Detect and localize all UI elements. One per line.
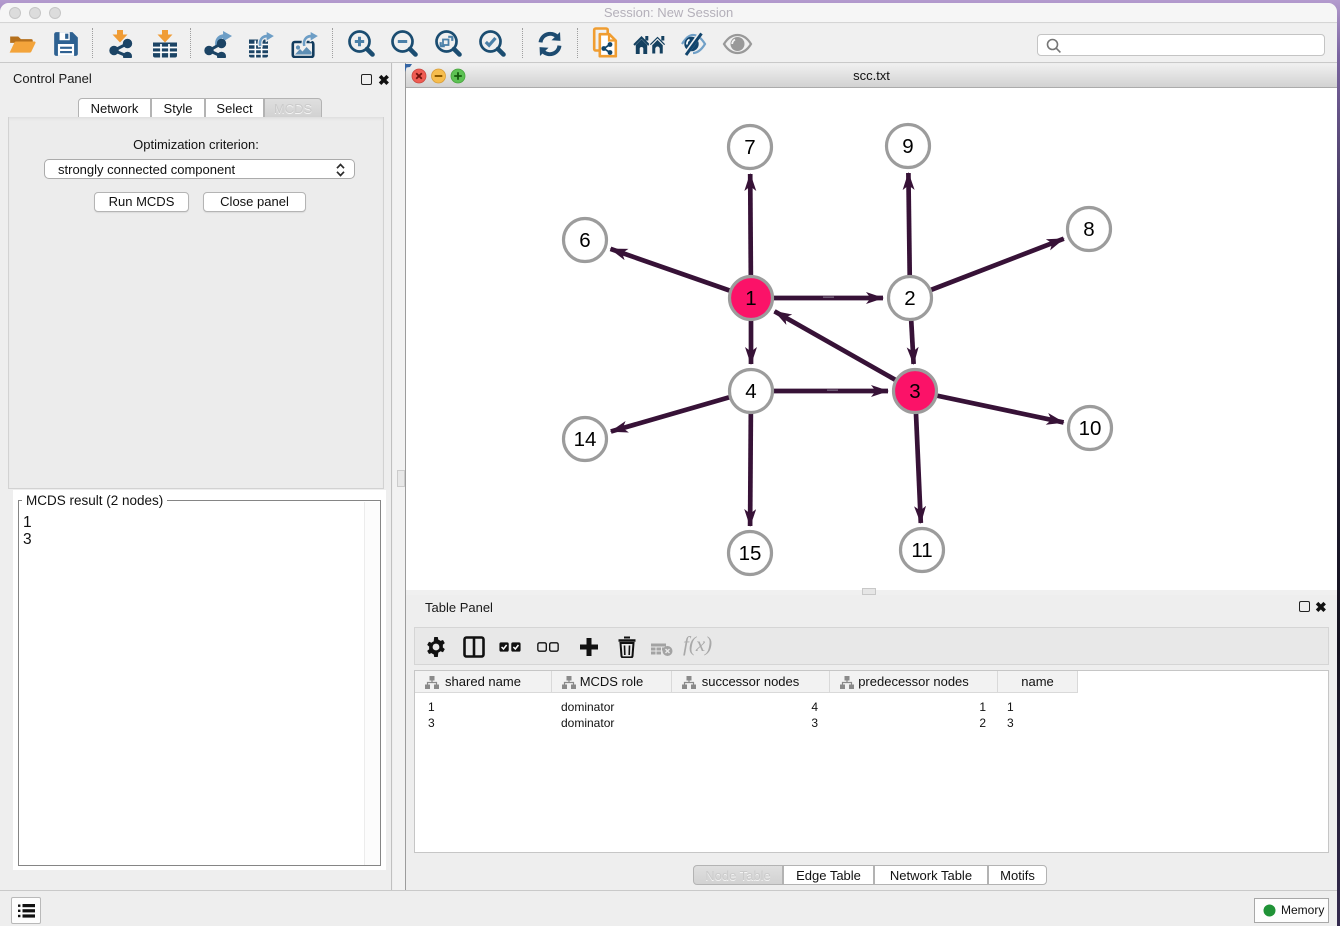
svg-text:11: 11 — [911, 539, 932, 562]
svg-text:10: 10 — [1079, 417, 1102, 440]
svg-text:1: 1 — [745, 287, 756, 310]
svg-text:14: 14 — [574, 428, 597, 451]
svg-text:15: 15 — [739, 542, 762, 565]
svg-text:9: 9 — [902, 135, 913, 158]
svg-text:7: 7 — [744, 136, 755, 159]
svg-text:2: 2 — [904, 287, 915, 310]
svg-text:4: 4 — [745, 380, 756, 403]
svg-text:6: 6 — [579, 229, 590, 252]
svg-text:8: 8 — [1083, 218, 1094, 241]
svg-text:3: 3 — [909, 380, 920, 403]
